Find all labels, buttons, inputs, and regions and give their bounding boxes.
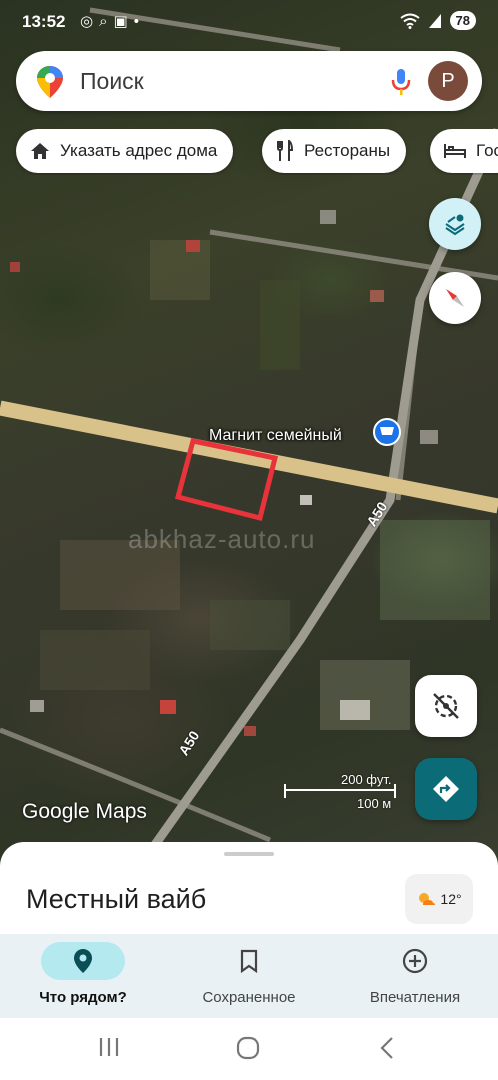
add-circle-icon — [402, 948, 428, 974]
category-chips: Указать адрес дома Рестораны Гос — [0, 129, 498, 175]
dot-icon: • — [133, 13, 145, 30]
map-scale: 200 фут. 100 м — [283, 772, 398, 812]
google-maps-logo: Google Maps — [22, 800, 147, 823]
field-patch — [210, 600, 290, 650]
notification-icons: ◎⌕▣• — [80, 12, 145, 30]
building — [300, 495, 312, 505]
search-small-icon: ⌕ — [99, 13, 114, 30]
my-location-button[interactable] — [415, 675, 477, 737]
scale-metric: 100 м — [357, 796, 392, 811]
system-navigation — [0, 1018, 498, 1080]
signal-icon — [428, 13, 441, 28]
compass-button[interactable] — [429, 272, 481, 324]
building — [320, 210, 336, 224]
compass-icon — [446, 289, 464, 307]
nav-icon-wrap — [207, 942, 291, 980]
bottom-navigation: Что рядом? Сохраненное Впечатления — [0, 934, 498, 1018]
weather-badge[interactable]: 12° — [405, 874, 473, 924]
chip-label: Гос — [476, 141, 498, 160]
status-bar: 13:52 ◎⌕▣• 78 — [0, 0, 498, 44]
location-off-icon — [433, 693, 459, 719]
status-time: 13:52 — [22, 12, 66, 31]
watermark: abkhaz-auto.ru — [128, 524, 316, 554]
chip-restaurants[interactable]: Рестораны — [262, 129, 407, 173]
field-patch — [150, 240, 210, 300]
sheet-title: Местный вайб — [26, 884, 207, 914]
status-right: 78 — [399, 11, 476, 30]
location-pin-icon — [74, 949, 92, 973]
google-maps-pin-icon — [37, 66, 63, 98]
weather-temp: 12° — [440, 891, 462, 907]
nav-label: Что рядом? — [39, 989, 127, 1006]
building — [10, 262, 20, 272]
recent-apps-icon[interactable] — [98, 1036, 120, 1058]
home-icon — [30, 142, 50, 160]
image-icon: ▣ — [113, 13, 134, 30]
chip-home-address[interactable]: Указать адрес дома — [16, 129, 234, 173]
nav-icon-wrap — [41, 942, 125, 980]
field-patch — [380, 520, 490, 620]
building — [186, 240, 200, 252]
layers-icon — [445, 214, 465, 236]
nav-contribute[interactable]: Впечатления — [332, 934, 498, 1018]
main-road — [0, 400, 498, 514]
chip-label: Указать адрес дома — [60, 141, 218, 160]
directions-icon — [433, 776, 459, 802]
fork-knife-icon — [276, 140, 294, 162]
chip-label: Рестораны — [304, 141, 391, 160]
building — [160, 700, 176, 714]
back-icon[interactable] — [378, 1036, 396, 1060]
bed-icon — [444, 143, 466, 159]
partly-cloudy-icon — [419, 893, 436, 905]
search-bar[interactable]: Поиск Р — [16, 51, 482, 111]
building — [30, 700, 44, 712]
nav-saved[interactable]: Сохраненное — [166, 934, 332, 1018]
bookmark-icon — [240, 949, 258, 973]
nav-icon-wrap — [373, 942, 457, 980]
building — [340, 700, 370, 720]
cart-icon — [380, 427, 394, 435]
field-patch — [40, 630, 150, 690]
nav-label: Сохраненное — [202, 989, 296, 1006]
chip-hotels[interactable]: Гос — [430, 129, 498, 173]
whatsapp-icon: ◎ — [80, 13, 100, 30]
building — [244, 726, 256, 736]
search-input[interactable]: Поиск — [80, 68, 144, 95]
building — [370, 290, 384, 302]
nav-explore[interactable]: Что рядом? — [0, 934, 166, 1018]
avatar[interactable]: Р — [428, 61, 468, 101]
home-button-icon[interactable] — [236, 1036, 260, 1060]
sheet-handle[interactable] — [224, 852, 274, 856]
microphone-icon[interactable] — [390, 68, 412, 96]
nav-label: Впечатления — [369, 989, 461, 1006]
place-label[interactable]: Магнит семейный — [209, 427, 342, 445]
layers-button[interactable] — [429, 198, 481, 250]
battery-indicator: 78 — [449, 11, 476, 30]
building — [420, 430, 438, 444]
directions-button[interactable] — [415, 758, 477, 820]
field-patch — [260, 280, 300, 370]
wifi-icon — [399, 13, 420, 29]
